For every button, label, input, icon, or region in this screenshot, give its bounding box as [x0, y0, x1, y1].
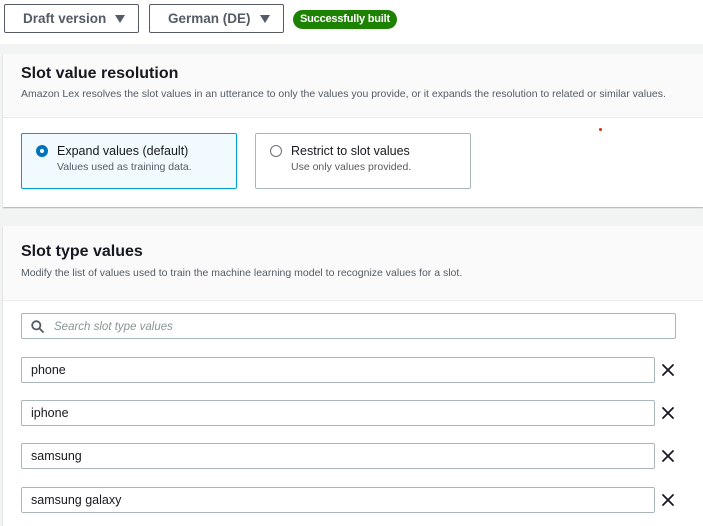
red-dot-marker: [599, 128, 602, 131]
radio-unselected-icon[interactable]: [270, 145, 282, 157]
language-dropdown-label: German (DE): [168, 11, 251, 26]
slot-value-row: [21, 400, 685, 426]
restrict-values-option[interactable]: Restrict to slot values Use only values …: [255, 133, 471, 189]
slot-value-input[interactable]: [21, 400, 655, 426]
language-dropdown[interactable]: German (DE): [149, 4, 284, 33]
slot-value-resolution-panel: Slot value resolution Amazon Lex resolve…: [3, 54, 703, 207]
toolbar: Draft version German (DE) Successfully b…: [0, 0, 703, 44]
panel-header: Slot type values Modify the list of valu…: [3, 226, 703, 301]
search-icon: [31, 320, 44, 338]
panel-description: Modify the list of values used to train …: [21, 267, 463, 279]
search-box: [21, 313, 676, 339]
slot-value-input[interactable]: [21, 357, 655, 383]
build-status-badge: Successfully built: [293, 10, 397, 29]
close-icon[interactable]: [661, 406, 675, 420]
slot-value-input[interactable]: [21, 487, 655, 513]
option-description: Values used as training data.: [57, 161, 192, 173]
version-dropdown[interactable]: Draft version: [4, 4, 139, 33]
version-dropdown-label: Draft version: [23, 11, 107, 26]
close-icon[interactable]: [661, 493, 675, 507]
caret-down-icon: [260, 15, 270, 23]
radio-selected-icon[interactable]: [36, 145, 48, 157]
close-icon[interactable]: [661, 363, 675, 377]
panel-header: Slot value resolution Amazon Lex resolve…: [3, 54, 703, 118]
option-description: Use only values provided.: [291, 161, 412, 173]
search-input[interactable]: [52, 317, 656, 337]
panel-title: Slot type values: [21, 243, 143, 260]
panel-description: Amazon Lex resolves the slot values in a…: [21, 88, 666, 100]
slot-value-row: [21, 487, 685, 513]
slot-type-values-panel: Slot type values Modify the list of valu…: [3, 226, 703, 526]
expand-values-option[interactable]: Expand values (default) Values used as t…: [21, 133, 237, 189]
option-label: Restrict to slot values: [291, 144, 410, 158]
caret-down-icon: [115, 15, 125, 23]
slot-value-input[interactable]: [21, 443, 655, 469]
slot-value-row: [21, 443, 685, 469]
panel-title: Slot value resolution: [21, 65, 179, 82]
close-icon[interactable]: [661, 449, 675, 463]
option-label: Expand values (default): [57, 144, 189, 158]
slot-value-row: [21, 357, 685, 383]
